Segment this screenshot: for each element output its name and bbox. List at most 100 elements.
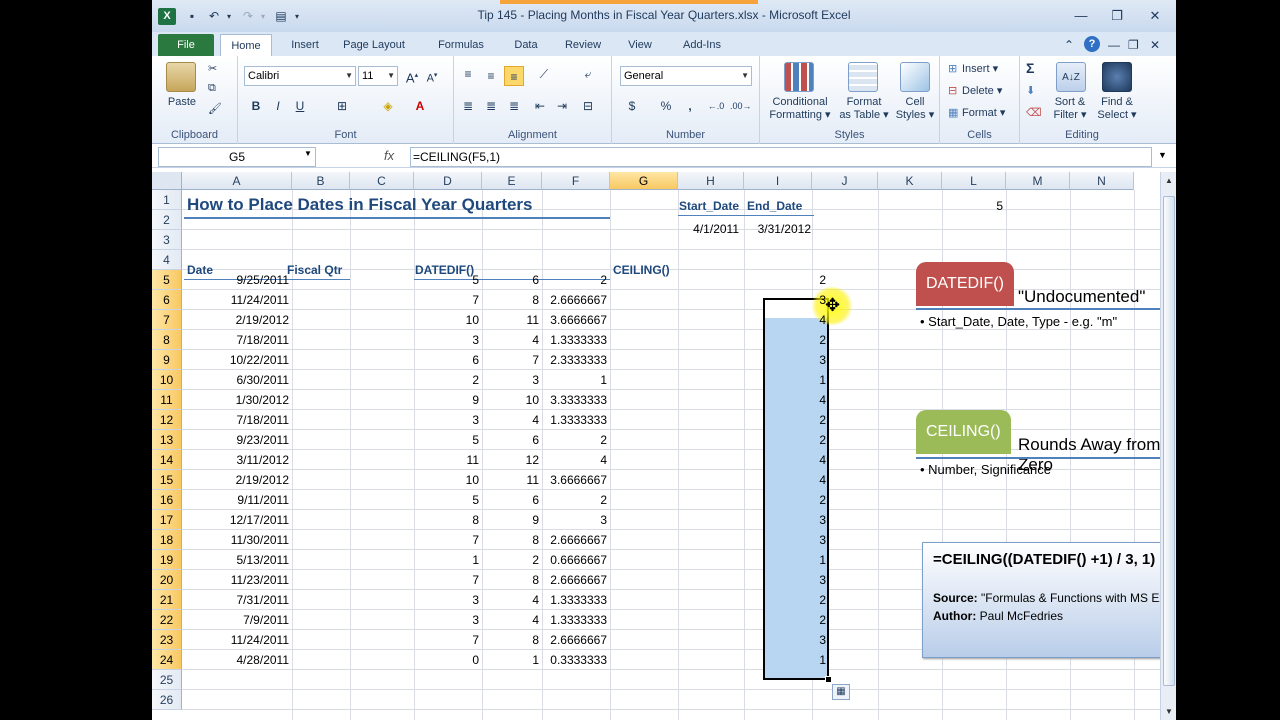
data-cell[interactable]: 6	[482, 430, 542, 450]
data-cell[interactable]: 3	[414, 410, 482, 430]
fill-color-icon[interactable]: ◈	[378, 96, 398, 116]
cell-l1[interactable]: 5	[942, 196, 1006, 216]
data-cell[interactable]: 2	[542, 270, 610, 290]
column-header-k[interactable]: K	[878, 172, 942, 190]
workbook-minimize-icon[interactable]: —	[1108, 38, 1120, 52]
data-cell[interactable]: 6/30/2011	[182, 370, 292, 390]
data-cell[interactable]: 0.3333333	[542, 650, 610, 670]
align-center-icon[interactable]: ≣	[481, 96, 501, 116]
data-cell[interactable]: 4	[482, 590, 542, 610]
ceiling-pill[interactable]: CEILING()	[916, 410, 1011, 454]
row-header-1[interactable]: 1	[152, 190, 182, 210]
font-color-icon[interactable]: A	[410, 96, 430, 116]
data-cell[interactable]: 7/18/2011	[182, 330, 292, 350]
decrease-decimal-icon[interactable]: .00→	[730, 96, 752, 116]
data-cell[interactable]: 1	[542, 370, 610, 390]
ceiling-cell[interactable]: 3	[763, 570, 829, 590]
close-icon[interactable]: ✕	[1142, 6, 1168, 26]
increase-decimal-icon[interactable]: ←.0	[706, 96, 726, 116]
ceiling-cell[interactable]: 1	[763, 370, 829, 390]
data-cell[interactable]: 3.6666667	[542, 470, 610, 490]
data-cell[interactable]: 2.3333333	[542, 350, 610, 370]
data-cell[interactable]: 9	[414, 390, 482, 410]
data-cell[interactable]: 4/28/2011	[182, 650, 292, 670]
data-cell[interactable]: 4	[482, 410, 542, 430]
align-top-icon[interactable]: ≡	[458, 64, 478, 84]
formula-input[interactable]: =CEILING(F5,1)	[410, 147, 1152, 167]
data-cell[interactable]: 7	[414, 290, 482, 310]
ceiling-cell[interactable]: 2	[763, 430, 829, 450]
number-format-combo[interactable]: General ▼	[620, 66, 752, 86]
data-cell[interactable]: 5/13/2011	[182, 550, 292, 570]
vertical-scrollbar[interactable]: ▲ ▼	[1160, 172, 1176, 720]
data-cell[interactable]: 3/11/2012	[182, 450, 292, 470]
data-cell[interactable]: 2/19/2012	[182, 310, 292, 330]
conditional-formatting-icon[interactable]	[784, 62, 814, 92]
expand-formula-bar-icon[interactable]: ▼	[1158, 150, 1167, 160]
column-header-a[interactable]: A	[182, 172, 292, 190]
merge-center-icon[interactable]: ⊟	[578, 96, 598, 116]
align-left-icon[interactable]: ≣	[458, 96, 478, 116]
column-header-e[interactable]: E	[482, 172, 542, 190]
data-cell[interactable]: 11/30/2011	[182, 530, 292, 550]
sort-filter-icon[interactable]: A↓Z	[1056, 62, 1086, 92]
data-cell[interactable]: 7	[414, 630, 482, 650]
data-cell[interactable]: 12/17/2011	[182, 510, 292, 530]
ceiling-cell[interactable]: 4	[763, 310, 829, 330]
data-cell[interactable]: 5	[414, 430, 482, 450]
scroll-up-icon[interactable]: ▲	[1161, 176, 1176, 185]
data-cell[interactable]: 2.6666667	[542, 570, 610, 590]
data-cell[interactable]: 0.6666667	[542, 550, 610, 570]
data-cell[interactable]: 11/24/2011	[182, 290, 292, 310]
data-cell[interactable]: 1.3333333	[542, 610, 610, 630]
row-header-6[interactable]: 6	[152, 290, 182, 310]
conditional-formatting-button[interactable]: Conditional Formatting ▾	[760, 96, 840, 122]
ceiling-cell[interactable]: 3	[763, 630, 829, 650]
decrease-indent-icon[interactable]: ⇤	[530, 96, 550, 116]
font-size-combo[interactable]: 11 ▼	[358, 66, 398, 86]
column-header-h[interactable]: H	[678, 172, 744, 190]
fill-icon[interactable]: ⬇	[1026, 84, 1035, 97]
column-header-i[interactable]: I	[744, 172, 812, 190]
tab-add-ins[interactable]: Add-Ins	[672, 34, 732, 56]
data-cell[interactable]: 9/23/2011	[182, 430, 292, 450]
find-select-icon[interactable]	[1102, 62, 1132, 92]
column-header-l[interactable]: L	[942, 172, 1006, 190]
restore-icon[interactable]: ❐	[1104, 6, 1130, 26]
row-header-18[interactable]: 18	[152, 530, 182, 550]
row-header-3[interactable]: 3	[152, 230, 182, 250]
delete-cells-button[interactable]: Delete ▾	[962, 84, 1002, 97]
percent-button[interactable]: %	[656, 96, 676, 116]
data-cell[interactable]: 7/9/2011	[182, 610, 292, 630]
sheet-title[interactable]: How to Place Dates in Fiscal Year Quarte…	[184, 193, 536, 217]
row-header-5[interactable]: 5	[152, 270, 182, 290]
ceiling-cell[interactable]: 2	[763, 490, 829, 510]
format-cells-button[interactable]: Format ▾	[962, 106, 1005, 119]
row-header-26[interactable]: 26	[152, 690, 182, 710]
minimize-icon[interactable]: —	[1068, 6, 1094, 26]
row-header-11[interactable]: 11	[152, 390, 182, 410]
copy-icon[interactable]: ⧉	[208, 82, 216, 95]
row-header-17[interactable]: 17	[152, 510, 182, 530]
sort-filter-button[interactable]: Sort & Filter ▾	[1048, 96, 1092, 122]
select-all-corner[interactable]	[152, 172, 182, 190]
data-cell[interactable]: 8	[482, 630, 542, 650]
ceiling-cell[interactable]: 4	[763, 470, 829, 490]
ceiling-cell[interactable]: 1	[763, 550, 829, 570]
data-cell[interactable]: 7	[414, 570, 482, 590]
find-select-button[interactable]: Find & Select ▾	[1094, 96, 1140, 122]
ceiling-cell[interactable]: 3	[763, 290, 829, 310]
grow-font-icon[interactable]: A▴	[402, 66, 422, 86]
data-cell[interactable]: 3	[542, 510, 610, 530]
column-header-m[interactable]: M	[1006, 172, 1070, 190]
format-as-table-icon[interactable]	[848, 62, 878, 92]
column-header-c[interactable]: C	[350, 172, 414, 190]
ceiling-cell[interactable]: 4	[763, 450, 829, 470]
data-cell[interactable]: 6	[414, 350, 482, 370]
data-cell[interactable]: 8	[482, 570, 542, 590]
currency-button[interactable]: $	[622, 96, 642, 116]
clear-icon[interactable]: ⌫	[1026, 106, 1042, 119]
underline-button[interactable]: U	[290, 96, 310, 116]
ceiling-cell[interactable]: 2	[763, 410, 829, 430]
data-cell[interactable]: 4	[482, 330, 542, 350]
